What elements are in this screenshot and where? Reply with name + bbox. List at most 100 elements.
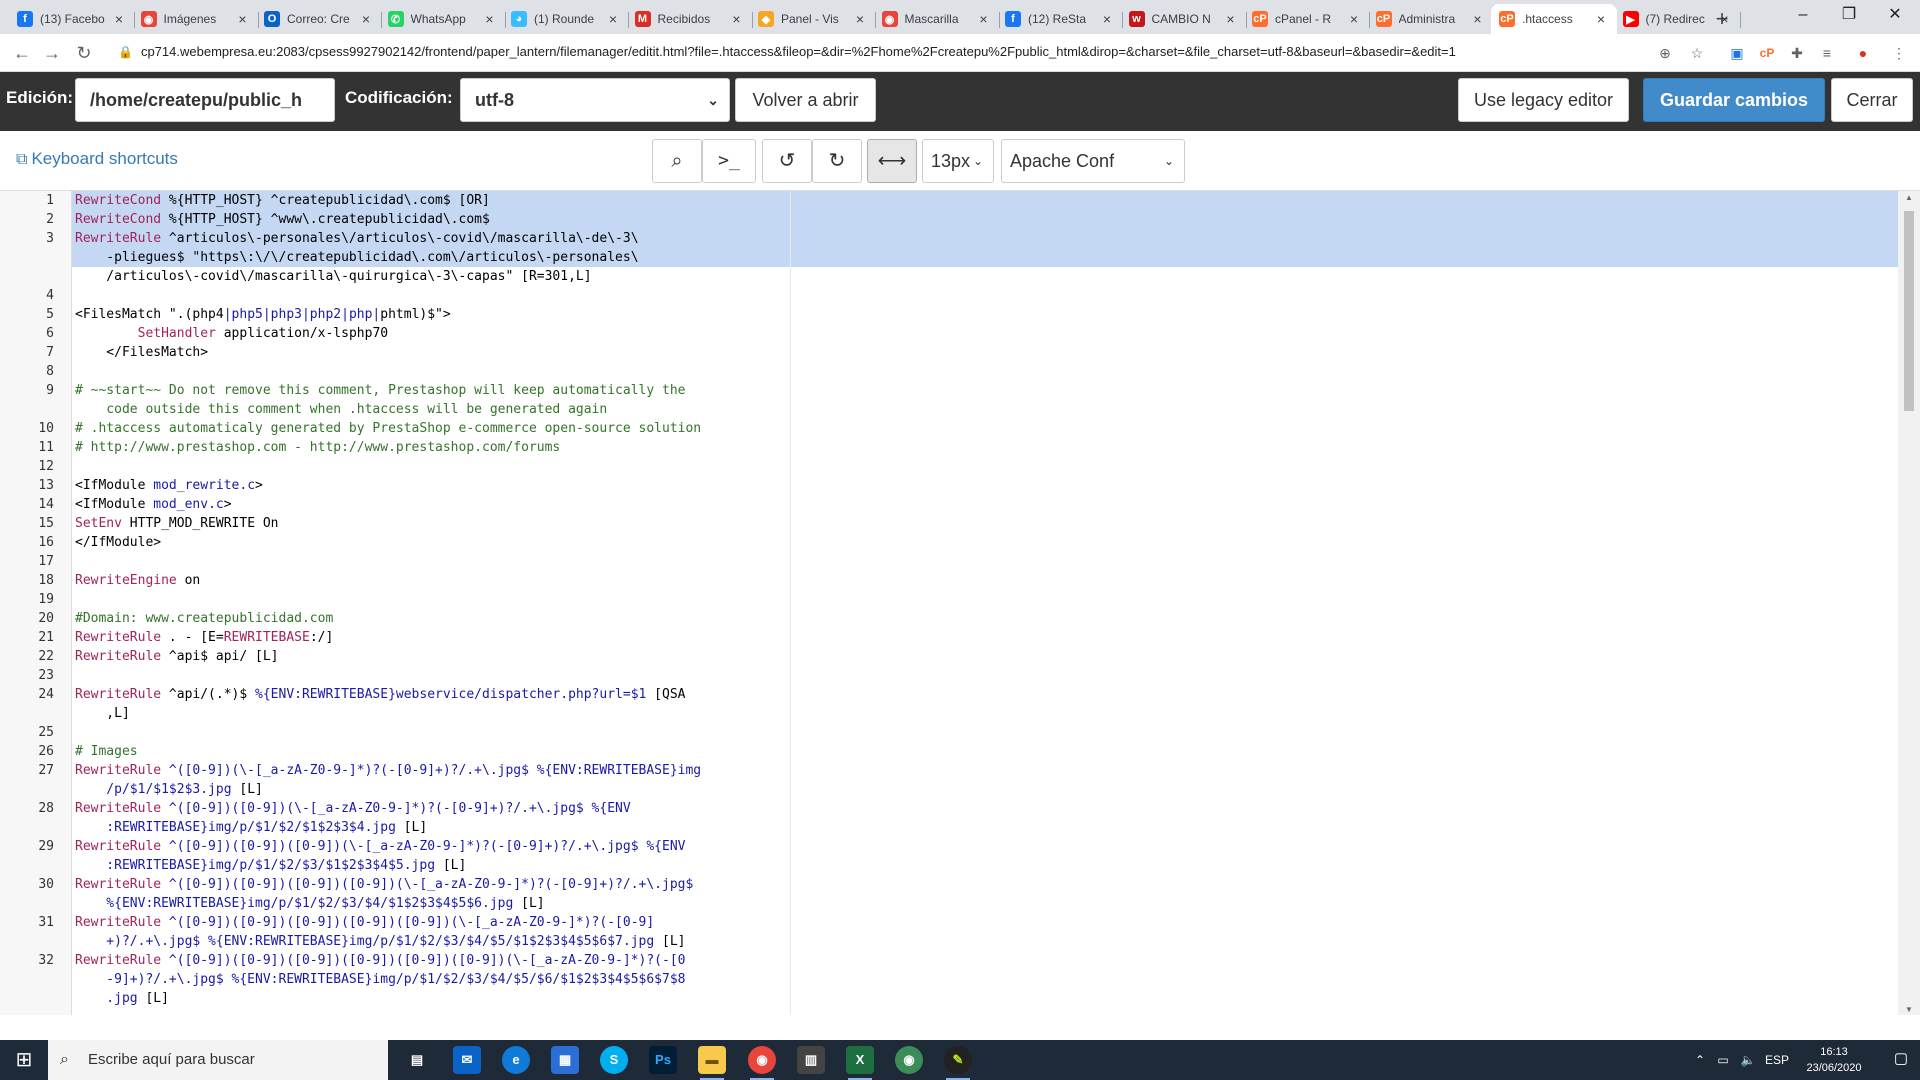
window-close-button[interactable]: ✕	[1872, 0, 1918, 32]
reading-list-icon[interactable]: ≡	[1817, 43, 1837, 63]
reload-button[interactable]: ↻	[70, 39, 98, 67]
close-tab-icon[interactable]: ×	[235, 11, 251, 27]
code-editor[interactable]: 1 RewriteCond %{HTTP_HOST} ^createpublici…	[0, 190, 1920, 1015]
line-number: 6	[46, 326, 54, 341]
task-view-icon[interactable]: ▤	[403, 1046, 431, 1074]
volume-icon[interactable]: 🔈	[1738, 1040, 1758, 1080]
line-code: .jpg [L]	[75, 989, 169, 1008]
skype-icon[interactable]: S	[600, 1046, 628, 1074]
horizontal-arrows-icon: ⟷	[877, 150, 907, 172]
code-token: %{HTTP_HOST} ^www\.createpublicidad\.com…	[161, 212, 490, 227]
edition-label: Edición:	[6, 88, 74, 107]
app-icon[interactable]: ✎	[944, 1046, 972, 1080]
code-line: 26 # Images	[0, 742, 1898, 761]
notification-icon[interactable]: ▢	[1890, 1049, 1912, 1071]
edge-icon[interactable]: e	[502, 1046, 530, 1074]
line-number: 21	[38, 630, 54, 645]
browser-tab[interactable]: ✆ WhatsApp ×	[380, 4, 506, 34]
cpanel-extension-icon[interactable]: cP	[1757, 43, 1777, 63]
close-tab-icon[interactable]: ×	[729, 11, 745, 27]
calculator-icon[interactable]: ▥	[797, 1046, 825, 1074]
tab-title: Correo: Cre	[287, 12, 350, 26]
close-tab-icon[interactable]: ×	[1470, 11, 1486, 27]
close-tab-icon[interactable]: ×	[605, 11, 621, 27]
code-token: +)?/.+\.jpg$ %{ENV:REWRITEBASE}img/p/$1/…	[75, 934, 655, 949]
clock[interactable]: 16:13 23/06/2020	[1794, 1044, 1874, 1076]
browser-tab[interactable]: f (13) Facebo ×	[9, 4, 135, 34]
translate-extension-icon[interactable]: ▣	[1727, 43, 1747, 63]
browser-tab[interactable]: cP Administra ×	[1368, 4, 1494, 34]
browser-tab[interactable]: M Recibidos ×	[627, 4, 753, 34]
close-tab-icon[interactable]: ×	[482, 11, 498, 27]
mail-icon[interactable]: ✉	[453, 1046, 481, 1074]
code-token: RewriteRule	[75, 877, 162, 892]
code-line: -pliegues$ "https\:\/\/createpublicidad\…	[0, 248, 1898, 267]
windows-taskbar: ⊞ ⌕ Escribe aquí para buscar ▤ ✉ e ▦ S P…	[0, 1040, 1920, 1080]
close-tab-icon[interactable]: ×	[358, 11, 374, 27]
line-number: 17	[38, 554, 54, 569]
store-icon[interactable]: ▦	[551, 1046, 579, 1074]
back-button[interactable]: ←	[8, 39, 36, 67]
address-bar[interactable]: 🔒 cp714.webempresa.eu:2083/cpsess99279021…	[108, 37, 1708, 67]
line-code: code outside this comment when .htaccess…	[75, 400, 607, 419]
windows-start-icon[interactable]: ⊞	[10, 1048, 38, 1072]
encoding-select[interactable]: utf-8 ⌄	[460, 78, 730, 122]
zoom-icon[interactable]: ⊕	[1655, 43, 1675, 63]
forward-button[interactable]: →	[38, 39, 66, 67]
photoshop-icon[interactable]: Ps	[649, 1046, 677, 1074]
bookmark-star-icon[interactable]: ☆	[1687, 43, 1707, 63]
scrollbar-thumb[interactable]	[1904, 211, 1914, 411]
new-tab-button[interactable]: +	[1708, 5, 1736, 33]
close-tab-icon[interactable]: ×	[1593, 11, 1609, 27]
close-tab-icon[interactable]: ×	[111, 11, 127, 27]
cpanel-icon: cP	[1252, 11, 1268, 27]
browser-tab[interactable]: ◉ Mascarilla ×	[874, 4, 1000, 34]
close-tab-icon[interactable]: ×	[1099, 11, 1115, 27]
close-tab-icon[interactable]: ×	[976, 11, 992, 27]
save-changes-button[interactable]: Guardar cambios	[1643, 78, 1825, 122]
browser-tab[interactable]: ◉ Imágenes ×	[133, 4, 259, 34]
chevron-up-icon[interactable]: ⌃	[1690, 1040, 1710, 1080]
browser-tab[interactable]: O Correo: Cre ×	[256, 4, 382, 34]
profile-avatar[interactable]: ●	[1853, 43, 1873, 63]
line-number: 22	[38, 649, 54, 664]
font-size-select[interactable]: 13px ⌄	[922, 139, 994, 183]
code-token: </FilesMatch>	[75, 345, 209, 360]
excel-icon[interactable]: X	[846, 1046, 874, 1080]
close-button[interactable]: Cerrar	[1831, 78, 1913, 122]
goto-line-button[interactable]: >_	[702, 139, 756, 183]
wrap-toggle-button[interactable]: ⟷	[867, 139, 917, 183]
browser-tab[interactable]: w CAMBIO N ×	[1121, 4, 1247, 34]
maximize-button[interactable]: ❐	[1826, 0, 1872, 32]
browser-tab[interactable]: f (12) ReSta ×	[997, 4, 1123, 34]
file-explorer-icon[interactable]: ▬	[698, 1046, 726, 1080]
keyboard-shortcuts-link[interactable]: ⧉ Keyboard shortcuts	[16, 149, 178, 169]
redo-button[interactable]: ↻	[812, 139, 862, 183]
minimize-button[interactable]: –	[1780, 0, 1826, 32]
chrome-icon[interactable]: ◉	[748, 1046, 776, 1080]
file-path-field[interactable]: /home/createpu/public_h	[75, 78, 335, 122]
close-tab-icon[interactable]: ×	[1223, 11, 1239, 27]
chrome-profile-icon[interactable]: ◉	[895, 1046, 923, 1074]
scroll-up-arrow-icon[interactable]: ▲	[1904, 193, 1914, 202]
vertical-scrollbar[interactable]: ▲ ▼	[1898, 191, 1920, 1015]
taskbar-search-box[interactable]: ⌕ Escribe aquí para buscar	[48, 1040, 388, 1080]
network-icon[interactable]: ▭	[1713, 1040, 1733, 1080]
browser-tab[interactable]: cP cPanel - R ×	[1244, 4, 1370, 34]
browser-tab[interactable]: ◕ (1) Rounde ×	[503, 4, 629, 34]
chrome-menu-icon[interactable]: ⋮	[1889, 43, 1909, 63]
search-button[interactable]: ⌕	[652, 139, 702, 183]
undo-button[interactable]: ↺	[762, 139, 812, 183]
mode-select[interactable]: Apache Conf ⌄	[1001, 139, 1185, 183]
legacy-editor-button[interactable]: Use legacy editor	[1458, 78, 1629, 122]
extensions-puzzle-icon[interactable]: ✚	[1787, 43, 1807, 63]
line-code: :REWRITEBASE}img/p/$1/$2/$1$2$3$4.jpg [L…	[75, 818, 427, 837]
reopen-button[interactable]: Volver a abrir	[735, 78, 876, 122]
browser-tab[interactable]: ◆ Panel - Vis ×	[750, 4, 876, 34]
language-indicator[interactable]: ESP	[1762, 1040, 1792, 1080]
browser-tab[interactable]: cP .htaccess ×	[1491, 4, 1617, 34]
scroll-down-arrow-icon[interactable]: ▼	[1904, 1005, 1914, 1014]
close-tab-icon[interactable]: ×	[852, 11, 868, 27]
close-tab-icon[interactable]: ×	[1346, 11, 1362, 27]
line-code: /p/$1/$1$2$3.jpg [L]	[75, 780, 263, 799]
